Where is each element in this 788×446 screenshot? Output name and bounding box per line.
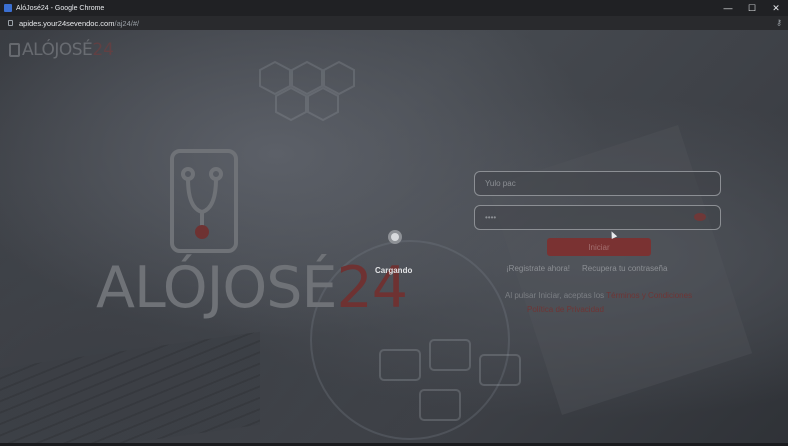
close-button[interactable]: ✕ xyxy=(764,0,788,16)
minimize-button[interactable]: — xyxy=(716,0,740,16)
logo-brand-name: ALÓJOSÉ xyxy=(22,40,93,60)
password-field[interactable]: •••• xyxy=(474,205,721,230)
eye-icon[interactable] xyxy=(694,213,706,221)
window-titlebar: AlóJosé24 - Google Chrome — ☐ ✕ xyxy=(0,0,788,16)
header-logo[interactable]: ALÓJOSÉ 24 xyxy=(9,40,114,60)
brand-wordmark: ALÓJOSÉ24 xyxy=(96,255,408,321)
url-domain: apides.your24sevendoc.com xyxy=(19,18,115,28)
url-path: /aj24/#/ xyxy=(114,18,140,28)
terms-prefix: Al pulsar Iniciar, aceptas los xyxy=(505,291,605,300)
brand-logo: ALÓJOSÉ24 xyxy=(96,148,408,328)
loading-spinner xyxy=(388,230,402,244)
auth-links: ¡Registrate ahora! Recupera tu contraseña xyxy=(506,264,667,273)
brand-name: ALÓJOSÉ xyxy=(96,255,337,321)
privacy-link[interactable]: Política de Privacidad xyxy=(527,305,604,314)
login-button[interactable]: Iniciar xyxy=(547,238,651,256)
recover-password-link[interactable]: Recupera tu contraseña xyxy=(582,264,667,273)
terms-notice: Al pulsar Iniciar, aceptas los Términos … xyxy=(505,289,715,317)
app-icon xyxy=(4,4,12,12)
stethoscope-phone-icon xyxy=(170,149,238,253)
address-bar[interactable]: apides.your24sevendoc.com/aj24/#/ ⚷ xyxy=(0,16,788,30)
terms-link[interactable]: Términos y Condiciones xyxy=(606,291,692,300)
url-text[interactable]: apides.your24sevendoc.com/aj24/#/ xyxy=(19,19,139,28)
background-hexagons xyxy=(259,60,355,122)
logo-brand-number: 24 xyxy=(92,40,114,60)
page-viewport: ALÓJOSÉ 24 ALÓJOSÉ24 Yulo pac •••• Inicia… xyxy=(0,30,788,443)
username-field[interactable]: Yulo pac xyxy=(474,171,721,196)
register-link[interactable]: ¡Registrate ahora! xyxy=(506,264,570,273)
background-laptop xyxy=(0,331,260,443)
background-screens xyxy=(379,339,521,421)
password-value: •••• xyxy=(485,213,497,222)
key-icon[interactable]: ⚷ xyxy=(776,18,782,27)
lock-icon xyxy=(8,20,13,26)
brand-number: 24 xyxy=(336,255,408,321)
logo-phone-icon xyxy=(9,43,20,57)
window-title: AlóJosé24 - Google Chrome xyxy=(16,4,105,12)
loading-text: Cargando xyxy=(375,266,413,275)
maximize-button[interactable]: ☐ xyxy=(740,0,764,16)
